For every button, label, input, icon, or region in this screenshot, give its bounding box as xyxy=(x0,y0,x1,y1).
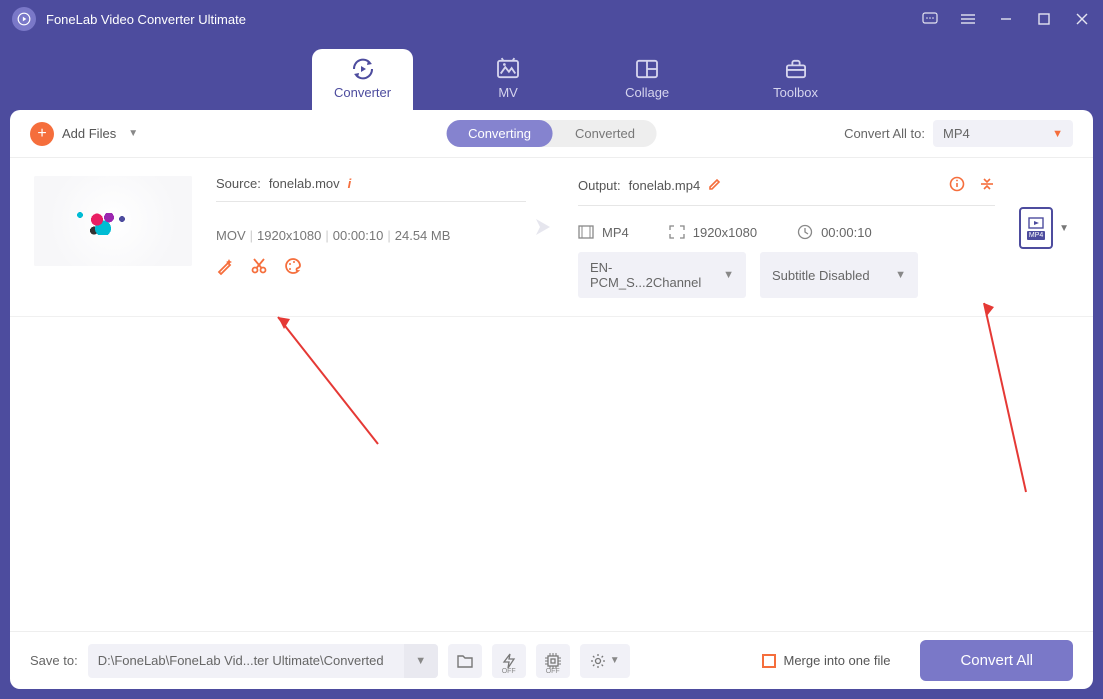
gpu-button[interactable]: OFF xyxy=(536,644,570,678)
audio-track-select[interactable]: EN-PCM_S...2Channel ▼ xyxy=(578,252,746,298)
file-row: Source: fonelab.mov i MOV|1920x1080|00:0… xyxy=(10,158,1093,317)
save-path-dropdown[interactable]: ▼ xyxy=(404,644,438,678)
film-icon xyxy=(578,225,594,239)
output-resolution-chip: 1920x1080 xyxy=(669,225,757,240)
titlebar: FoneLab Video Converter Ultimate xyxy=(0,0,1103,38)
source-filename: fonelab.mov xyxy=(269,176,340,191)
main-panel: + Add Files ▼ Converting Converted Conve… xyxy=(10,110,1093,689)
edit-icon[interactable] xyxy=(708,177,722,194)
chevron-down-icon: ▼ xyxy=(895,269,906,281)
save-path-input[interactable] xyxy=(88,644,404,677)
compress-icon[interactable] xyxy=(979,176,995,195)
annotation-arrow xyxy=(968,287,1038,507)
chevron-down-icon: ▼ xyxy=(128,128,138,139)
close-icon[interactable] xyxy=(1073,10,1091,28)
tab-mv[interactable]: MV xyxy=(473,49,543,110)
convert-all-button[interactable]: Convert All xyxy=(920,640,1073,681)
format-tile-label: MP4 xyxy=(1027,231,1045,240)
palette-icon[interactable] xyxy=(284,257,302,275)
convert-all-to-select[interactable]: MP4 ▼ xyxy=(933,120,1073,147)
format-tile-dropdown[interactable]: ▼ xyxy=(1059,223,1069,234)
hardware-accel-button[interactable]: OFF xyxy=(492,644,526,678)
resolution-icon xyxy=(669,225,685,239)
toolbar: + Add Files ▼ Converting Converted Conve… xyxy=(10,110,1093,158)
settings-button[interactable]: ▼ xyxy=(580,644,630,678)
menu-icon[interactable] xyxy=(959,10,977,28)
video-icon xyxy=(1028,217,1044,229)
tab-label: Toolbox xyxy=(773,85,818,100)
mode-converting[interactable]: Converting xyxy=(446,120,553,147)
cut-icon[interactable] xyxy=(250,257,268,275)
convert-all-to-value: MP4 xyxy=(943,126,970,141)
tab-label: Collage xyxy=(625,85,669,100)
tab-converter[interactable]: Converter xyxy=(312,49,413,110)
enhance-icon[interactable] xyxy=(216,257,234,275)
toolbox-icon xyxy=(783,59,809,79)
minimize-icon[interactable] xyxy=(997,10,1015,28)
folder-icon xyxy=(456,653,474,669)
add-files-button[interactable]: + Add Files ▼ xyxy=(30,122,138,146)
source-label: Source: xyxy=(216,176,261,191)
tab-collage[interactable]: Collage xyxy=(603,49,691,110)
info-icon[interactable]: i xyxy=(348,176,352,191)
merge-checkbox[interactable]: Merge into one file xyxy=(762,653,891,668)
collage-icon xyxy=(634,59,660,79)
output-duration-chip: 00:00:10 xyxy=(797,224,872,240)
app-title: FoneLab Video Converter Ultimate xyxy=(46,12,921,27)
bolt-icon xyxy=(501,653,517,669)
app-logo xyxy=(12,7,36,31)
save-to-label: Save to: xyxy=(30,653,78,668)
subtitle-select[interactable]: Subtitle Disabled ▼ xyxy=(760,252,918,298)
convert-all-to-label: Convert All to: xyxy=(844,126,925,141)
gear-icon xyxy=(590,653,606,669)
tab-label: Converter xyxy=(334,85,391,100)
tab-toolbox[interactable]: Toolbox xyxy=(751,49,840,110)
tab-label: MV xyxy=(498,85,518,100)
output-format-tile[interactable]: MP4 xyxy=(1019,207,1053,249)
clock-icon xyxy=(797,224,813,240)
annotation-arrow xyxy=(260,299,390,454)
chevron-down-icon: ▼ xyxy=(610,655,620,666)
maximize-icon[interactable] xyxy=(1035,10,1053,28)
content-area xyxy=(10,317,1093,631)
chevron-down-icon: ▼ xyxy=(1052,128,1063,140)
save-path-field: ▼ xyxy=(88,644,438,678)
feedback-icon[interactable] xyxy=(921,10,939,28)
output-filename: fonelab.mp4 xyxy=(629,178,701,193)
info-circle-icon[interactable] xyxy=(949,176,965,195)
output-label: Output: xyxy=(578,178,621,193)
chevron-down-icon: ▼ xyxy=(723,269,734,281)
footer: Save to: ▼ OFF OFF ▼ Merge into one file… xyxy=(10,631,1093,689)
converter-icon xyxy=(350,59,376,79)
checkbox-icon xyxy=(762,654,776,668)
source-meta: MOV|1920x1080|00:00:10|24.54 MB xyxy=(216,228,526,243)
nav-area: Converter MV Collage Toolbox xyxy=(0,38,1103,110)
merge-label: Merge into one file xyxy=(784,653,891,668)
mode-converted[interactable]: Converted xyxy=(553,120,657,147)
open-folder-button[interactable] xyxy=(448,644,482,678)
mode-toggle: Converting Converted xyxy=(446,120,657,147)
output-container-chip: MP4 xyxy=(578,225,629,240)
arrow-icon xyxy=(526,215,566,239)
plus-icon: + xyxy=(30,122,54,146)
mv-icon xyxy=(495,59,521,79)
add-files-label: Add Files xyxy=(62,126,116,141)
video-thumbnail[interactable] xyxy=(34,176,192,266)
